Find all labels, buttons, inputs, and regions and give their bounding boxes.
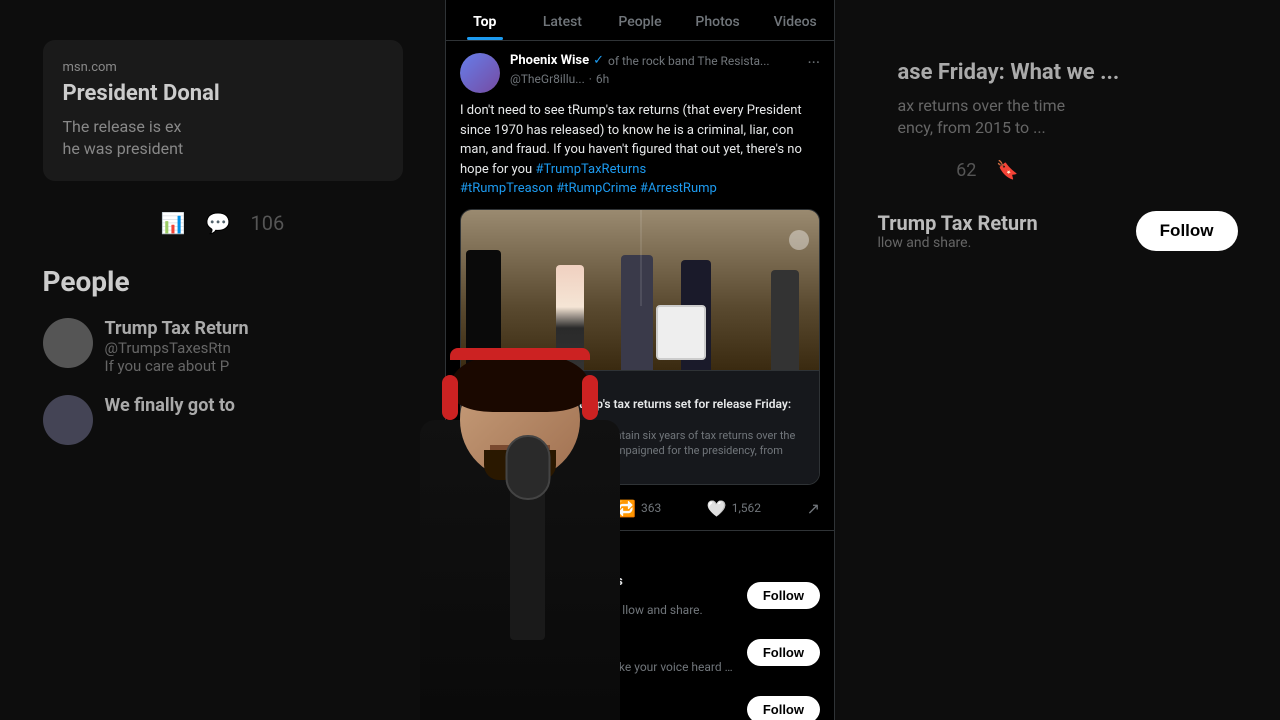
tweet-share[interactable]: ↗ [807, 499, 820, 518]
tweet-avatar-img [460, 53, 500, 93]
corridor-line [640, 210, 642, 306]
bg-person-1-info: Trump Tax Return @TrumpsTaxesRtn If you … [105, 318, 249, 375]
bg-people-right: Trump Tax Return llow and share. Follow [878, 211, 1238, 271]
bg-article-right: ase Friday: What we ... ax returns over … [878, 40, 1238, 160]
bg-article-snippet: The release is ex he was president [63, 116, 383, 161]
tab-photos[interactable]: Photos [679, 0, 757, 40]
background-right: ase Friday: What we ... ax returns over … [835, 0, 1280, 720]
share-icon: ↗ [807, 499, 820, 518]
bg-article-right-snippet: ax returns over the time ency, from 2015… [898, 95, 1218, 140]
microphone-head [505, 435, 550, 500]
bg-stats-bar-icon: 📊 [161, 211, 186, 235]
streamer-overlay [280, 300, 760, 720]
bg-right-person-1-name: Trump Tax Return [878, 211, 1038, 235]
bg-person-2-name: We finally got to [105, 395, 235, 416]
headphone-left [442, 375, 458, 420]
tweet-timestamp: 6h [596, 72, 609, 86]
streamer-hair [452, 352, 588, 412]
bg-person-2-avatar [43, 395, 93, 445]
tweet-verified-badge: ✓ [593, 53, 604, 68]
bg-article-title: President Donal [63, 81, 383, 106]
tweet-header: Phoenix Wise ✓ of the rock band The Resi… [460, 53, 820, 93]
tweet-time: · [589, 72, 592, 86]
bg-right-icon: 🔖 [996, 160, 1018, 181]
microphone-stand [510, 460, 545, 640]
tweet-text: I don't need to see tRump's tax returns … [460, 101, 820, 199]
bg-people-heading: People [43, 265, 403, 298]
headphone-right [582, 375, 598, 420]
tweet-handle: @TheGr8illu... [510, 72, 585, 86]
search-tabs: Top Latest People Photos Videos [446, 0, 834, 41]
camera-flash [789, 230, 809, 250]
bg-article-right-title: ase Friday: What we ... [898, 60, 1218, 85]
tab-people[interactable]: People [601, 0, 679, 40]
bg-person-1-desc: If you care about P [105, 357, 249, 375]
tweet-meta: Phoenix Wise ✓ of the rock band The Resi… [510, 53, 797, 86]
headphone-band [450, 348, 590, 360]
bg-right-count: 62 [956, 160, 976, 181]
bg-person-1-avatar [43, 318, 93, 368]
bg-stats-right: 62 🔖 [956, 160, 1019, 181]
tweet-hashtag-3[interactable]: #tRumpCrime [556, 181, 636, 196]
tweet-band: of the rock band The Resista... [608, 54, 770, 68]
tweet-avatar [460, 53, 500, 93]
bg-right-person-1-info: Trump Tax Return llow and share. [878, 211, 1038, 251]
tweet-hashtag-1[interactable]: #TrumpTaxReturns [535, 162, 646, 177]
bg-article-left: msn.com President Donal The release is e… [43, 40, 403, 181]
tab-videos[interactable]: Videos [756, 0, 834, 40]
tweet-hashtag-4[interactable]: #ArrestRump [640, 181, 717, 196]
bg-article-source: msn.com [63, 60, 383, 75]
figure-right [771, 270, 799, 370]
bg-person-1-name: Trump Tax Return [105, 318, 249, 339]
bg-right-person-1: Trump Tax Return llow and share. Follow [878, 211, 1238, 251]
tweet-more-button[interactable]: ··· [807, 53, 820, 72]
tab-top[interactable]: Top [446, 0, 524, 40]
bg-stats-left: 📊 💬 106 [161, 211, 285, 235]
tweet-hashtag-2[interactable]: #tRumpTreason [460, 181, 553, 196]
bg-comment-icon: 💬 [206, 211, 231, 235]
bg-person-2-info: We finally got to [105, 395, 235, 416]
bg-follow-button[interactable]: Follow [1136, 211, 1238, 251]
tweet-author-name: Phoenix Wise [510, 53, 589, 68]
bg-person-1-handle: @TrumpsTaxesRtn [105, 339, 249, 357]
bg-comment-count: 106 [251, 211, 285, 235]
bg-right-person-1-desc: llow and share. [878, 235, 1038, 251]
tab-latest[interactable]: Latest [524, 0, 602, 40]
tweet-name-row: Phoenix Wise ✓ of the rock band The Resi… [510, 53, 797, 86]
